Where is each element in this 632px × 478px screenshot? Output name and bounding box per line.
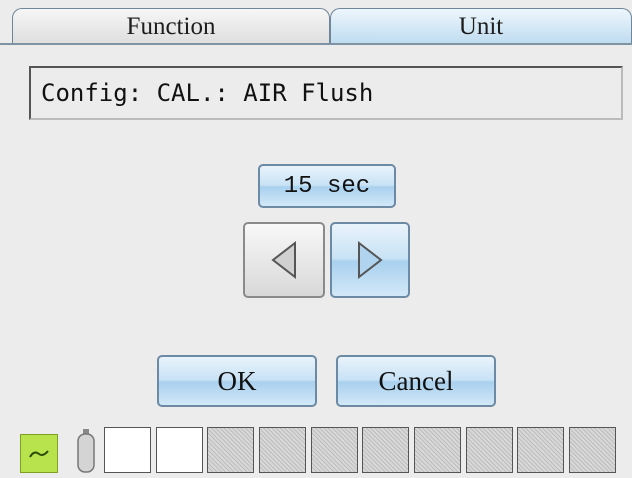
- channel-slot-1: [104, 427, 151, 473]
- tab-unit[interactable]: Unit: [330, 8, 632, 44]
- tab-function[interactable]: Function: [12, 8, 330, 44]
- channel-slot-8: [466, 427, 513, 473]
- channel-slot-2: [156, 427, 203, 473]
- channel-slot-10: [569, 427, 616, 473]
- increase-button[interactable]: [330, 222, 410, 298]
- ok-button[interactable]: OK: [157, 355, 317, 407]
- status-bar: [0, 420, 632, 473]
- config-path-field: Config: CAL.: AIR Flush: [29, 66, 623, 120]
- channel-slot-6: [362, 427, 409, 473]
- triangle-left-icon: [271, 240, 296, 280]
- channel-slot-5: [311, 427, 358, 473]
- sd-card-icon: [20, 434, 58, 473]
- value-text: 15 sec: [283, 172, 371, 200]
- tab-function-label: Function: [126, 12, 216, 40]
- cancel-button[interactable]: Cancel: [336, 355, 496, 407]
- tab-unit-label: Unit: [458, 12, 504, 40]
- value-display: 15 sec: [258, 164, 396, 208]
- tab-divider: [0, 43, 632, 45]
- gas-cylinder-icon: [74, 428, 98, 473]
- channel-slot-7: [414, 427, 461, 473]
- decrease-button[interactable]: [243, 222, 325, 298]
- triangle-right-icon: [358, 240, 383, 280]
- cancel-label: Cancel: [378, 365, 454, 396]
- channel-slot-9: [517, 427, 564, 473]
- channel-slot-3: [207, 427, 254, 473]
- ok-label: OK: [217, 365, 257, 396]
- channel-slot-4: [259, 427, 306, 473]
